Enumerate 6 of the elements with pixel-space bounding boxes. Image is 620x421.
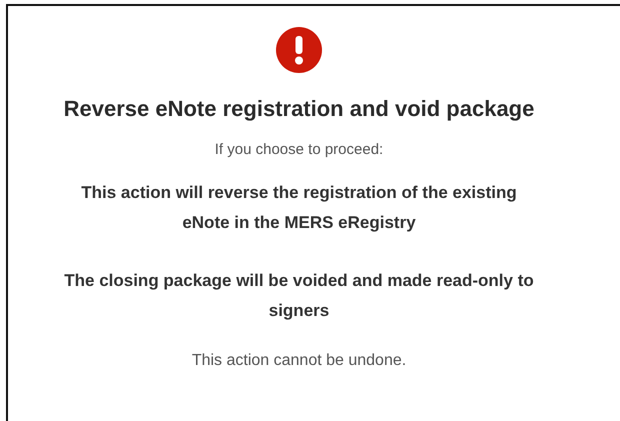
consequence-text: The closing package will be voided and made read-only to signers (64, 270, 534, 322)
dialog-title: Reverse eNote registration and void package (64, 96, 534, 122)
exclamation-icon (276, 27, 322, 73)
warning-text: This action cannot be undone. (192, 352, 406, 370)
consequence-text: This action will reverse the registration of the existing eNote in the MERS eRegistry (80, 182, 518, 234)
intro-text: If you choose to proceed: (214, 141, 384, 158)
